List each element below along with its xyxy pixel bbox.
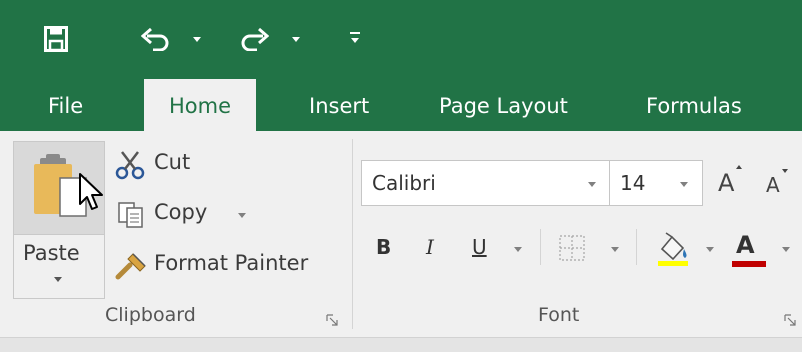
italic-button[interactable]: I xyxy=(418,229,448,265)
undo-icon[interactable] xyxy=(138,22,174,56)
font-color-dropdown-icon[interactable] xyxy=(782,247,790,252)
tab-insert[interactable]: Insert xyxy=(309,79,369,131)
underline-button[interactable]: U xyxy=(466,229,496,265)
paste-label: Paste xyxy=(23,241,80,265)
font-name-value: Calibri xyxy=(372,171,436,195)
font-size-combo[interactable]: 14 xyxy=(609,160,703,206)
font-size-value: 14 xyxy=(620,171,646,195)
ribbon-bottom-border xyxy=(0,337,802,352)
ribbon-tabs: File Home Insert Page Layout Formulas xyxy=(0,79,802,131)
font-launcher-icon[interactable] xyxy=(784,314,796,326)
borders-icon[interactable] xyxy=(556,233,588,263)
save-icon[interactable] xyxy=(40,22,72,56)
shrink-font-label: A xyxy=(766,173,780,197)
grow-font-button[interactable]: A xyxy=(714,165,744,201)
font-size-dropdown-icon[interactable] xyxy=(680,182,688,187)
font-row-separator-2 xyxy=(636,229,637,265)
tab-home[interactable]: Home xyxy=(144,79,257,131)
font-color-swatch xyxy=(732,261,766,267)
tab-page-layout[interactable]: Page Layout xyxy=(439,79,568,131)
bold-button[interactable]: B xyxy=(370,229,400,265)
fill-color-icon[interactable] xyxy=(652,229,692,267)
italic-label: I xyxy=(426,235,434,259)
copy-label: Copy xyxy=(154,200,208,224)
font-name-dropdown-icon[interactable] xyxy=(588,182,596,187)
ribbon-home-panel: Paste Cut Copy Format Painter Clipboard xyxy=(0,131,802,337)
format-painter-button[interactable]: Format Painter xyxy=(112,248,332,284)
quick-access-toolbar xyxy=(0,0,802,79)
tab-file[interactable]: File xyxy=(48,79,83,131)
redo-icon[interactable] xyxy=(236,22,272,56)
borders-dropdown-icon[interactable] xyxy=(611,247,619,252)
group-separator xyxy=(352,139,353,329)
redo-dropdown-icon[interactable] xyxy=(289,33,303,45)
bold-label: B xyxy=(376,235,392,259)
paste-button[interactable] xyxy=(13,141,105,235)
underline-dropdown-icon[interactable] xyxy=(514,247,522,252)
copy-icon xyxy=(118,202,143,228)
cut-button[interactable]: Cut xyxy=(112,147,202,183)
mouse-cursor-icon xyxy=(79,173,103,210)
paste-chevron-icon xyxy=(54,277,62,282)
copy-button[interactable]: Copy xyxy=(112,197,262,233)
copy-dropdown-icon[interactable] xyxy=(238,213,246,218)
shrink-font-button[interactable]: A xyxy=(762,167,792,203)
scissors-icon xyxy=(115,151,145,180)
format-painter-label: Format Painter xyxy=(154,251,309,275)
clipboard-launcher-icon[interactable] xyxy=(326,314,338,326)
font-color-label: A xyxy=(736,231,755,259)
font-group-label: Font xyxy=(538,304,580,326)
fill-color-dropdown-icon[interactable] xyxy=(706,247,714,252)
underline-label: U xyxy=(472,235,487,259)
format-painter-icon xyxy=(115,253,146,280)
shrink-font-arrow-icon xyxy=(782,169,788,173)
tab-formulas[interactable]: Formulas xyxy=(646,79,742,131)
grow-font-arrow-icon xyxy=(736,165,742,169)
font-color-button[interactable]: A xyxy=(728,229,768,267)
font-name-combo[interactable]: Calibri xyxy=(361,160,611,206)
undo-dropdown-icon[interactable] xyxy=(190,33,204,45)
font-row-separator xyxy=(540,229,541,265)
clipboard-group-label: Clipboard xyxy=(105,304,196,326)
customize-qat-icon[interactable] xyxy=(346,28,364,48)
cut-label: Cut xyxy=(154,150,191,174)
grow-font-label: A xyxy=(718,169,735,197)
paste-dropdown[interactable]: Paste xyxy=(13,234,105,299)
